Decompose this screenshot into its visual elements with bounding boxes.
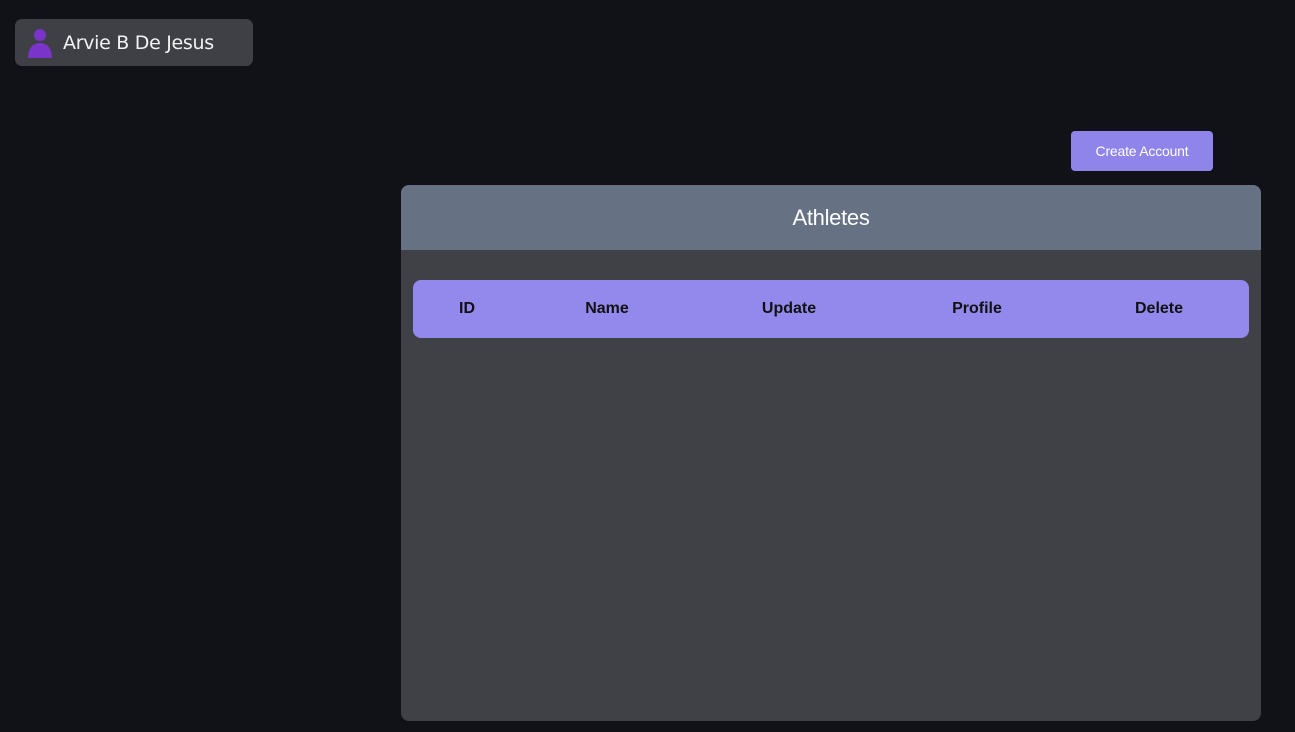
column-header-id: ID <box>459 300 475 317</box>
athletes-table-header: ID Name Update Profile Delete <box>413 280 1249 338</box>
athletes-title: Athletes <box>792 204 870 230</box>
page: Arvie B De Jesus Create Account Athletes… <box>0 0 1295 732</box>
user-profile-chip[interactable]: Arvie B De Jesus <box>15 19 253 66</box>
athletes-panel-header: Athletes <box>401 185 1261 250</box>
column-header-profile: Profile <box>952 300 1002 317</box>
column-header-delete: Delete <box>1134 300 1184 317</box>
column-header-name: Name <box>585 300 629 317</box>
user-name: Arvie B De Jesus <box>63 31 214 54</box>
column-header-update: Update <box>761 300 817 317</box>
user-icon <box>27 28 53 58</box>
create-account-button[interactable]: Create Account <box>1071 131 1213 171</box>
athletes-panel: Athletes ID Name Update Profile Delete <box>401 185 1261 721</box>
